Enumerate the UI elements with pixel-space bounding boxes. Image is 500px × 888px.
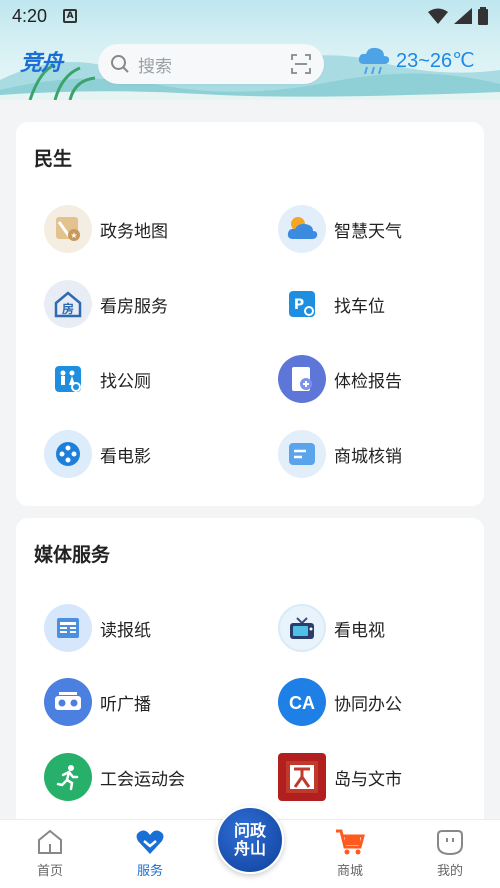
search-bar[interactable]: 搜索 (98, 44, 324, 84)
item-label: 找车位 (334, 296, 385, 317)
parking-icon: P (278, 280, 326, 328)
wifi-icon (428, 8, 448, 24)
section-card-livelihood: 民生 ★ 政务地图 智慧天气 房 看房服务 P 找车位 找公厕 体检报告 看电影… (16, 122, 484, 506)
nav-label: 服务 (136, 864, 163, 879)
office-icon: CA (278, 678, 326, 726)
nav-service[interactable]: 服务 (110, 828, 190, 879)
svg-text:★: ★ (70, 231, 77, 240)
item-label: 协同办公 (334, 694, 402, 715)
svg-text:CA: CA (289, 693, 315, 713)
item-label: 政务地图 (100, 221, 168, 242)
nav-label: 我的 (436, 864, 463, 879)
nav-mall[interactable]: 商城 (310, 828, 390, 879)
notification-icon: A (63, 9, 78, 23)
service-item-gov-map[interactable]: ★ 政务地图 (44, 205, 168, 253)
nav-home[interactable]: 首页 (10, 828, 90, 879)
status-time: 4:20 (12, 5, 48, 26)
service-item-newspaper[interactable]: 读报纸 (44, 604, 151, 652)
section-card-media: 媒体服务 读报纸 看电视 听广播 CA 协同办公 工会运动会 岛与文市 (16, 518, 484, 828)
item-label: 体检报告 (334, 371, 402, 392)
app-logo[interactable]: 竞舟 (20, 45, 63, 77)
battery-icon (478, 7, 488, 25)
item-label: 看电影 (100, 446, 151, 467)
svg-text:P: P (294, 297, 304, 313)
service-item-office[interactable]: CA 协同办公 (278, 678, 402, 726)
home-icon (38, 829, 62, 854)
service-item-health-report[interactable]: 体检报告 (278, 355, 402, 403)
scan-icon[interactable] (290, 53, 312, 75)
service-item-parking[interactable]: P 找车位 (278, 280, 385, 328)
map-icon: ★ (44, 205, 92, 253)
weather-icon (278, 205, 326, 253)
service-item-culture[interactable]: 岛与文市 (278, 753, 402, 801)
radio-icon (44, 678, 92, 726)
section-title: 民生 (34, 148, 73, 170)
service-item-mall-verify[interactable]: 商城核销 (278, 430, 402, 478)
nav-label: 首页 (36, 864, 63, 879)
tv-icon (278, 604, 326, 652)
sports-icon (44, 753, 92, 801)
culture-icon (278, 753, 326, 801)
profile-icon (437, 830, 463, 856)
service-item-movie[interactable]: 看电影 (44, 430, 151, 478)
toilet-icon (44, 355, 92, 403)
service-item-toilet[interactable]: 找公厕 (44, 355, 151, 403)
item-label: 听广播 (100, 694, 151, 715)
center-button-line2: 舟山 (233, 839, 266, 858)
heart-icon (136, 830, 164, 854)
film-icon (44, 430, 92, 478)
signal-icon (454, 8, 472, 24)
center-button-line1: 问政 (233, 821, 266, 840)
search-placeholder: 搜索 (138, 56, 172, 77)
item-label: 读报纸 (100, 620, 151, 641)
item-label: 岛与文市 (334, 769, 402, 790)
service-item-sports[interactable]: 工会运动会 (44, 753, 185, 801)
cart-icon (336, 829, 365, 855)
item-label: 工会运动会 (100, 769, 185, 790)
weather-widget[interactable]: 23~26℃ (356, 44, 475, 76)
voucher-icon (278, 430, 326, 478)
item-label: 智慧天气 (334, 221, 402, 242)
ask-gov-center-button[interactable]: 问政 舟山 (216, 806, 284, 874)
service-item-housing[interactable]: 房 看房服务 (44, 280, 168, 328)
service-item-radio[interactable]: 听广播 (44, 678, 151, 726)
svg-text:房: 房 (62, 301, 74, 316)
item-label: 看房服务 (100, 296, 168, 317)
item-label: 看电视 (334, 620, 385, 641)
header: 4:20 A 竞舟 搜索 23~26℃ (0, 0, 500, 100)
service-item-weather[interactable]: 智慧天气 (278, 205, 402, 253)
rain-cloud-icon (358, 47, 390, 75)
temperature-range: 23~26℃ (396, 49, 475, 72)
item-label: 找公厕 (100, 371, 151, 392)
nav-label: 商城 (336, 864, 363, 879)
search-icon (111, 55, 129, 73)
item-label: 商城核销 (334, 446, 402, 467)
status-bar: 4:20 A (0, 0, 500, 32)
section-title: 媒体服务 (34, 544, 111, 566)
report-icon (278, 355, 326, 403)
house-icon: 房 (44, 280, 92, 328)
newspaper-icon (44, 604, 92, 652)
nav-mine[interactable]: 我的 (410, 828, 490, 879)
service-item-tv[interactable]: 看电视 (278, 604, 385, 652)
